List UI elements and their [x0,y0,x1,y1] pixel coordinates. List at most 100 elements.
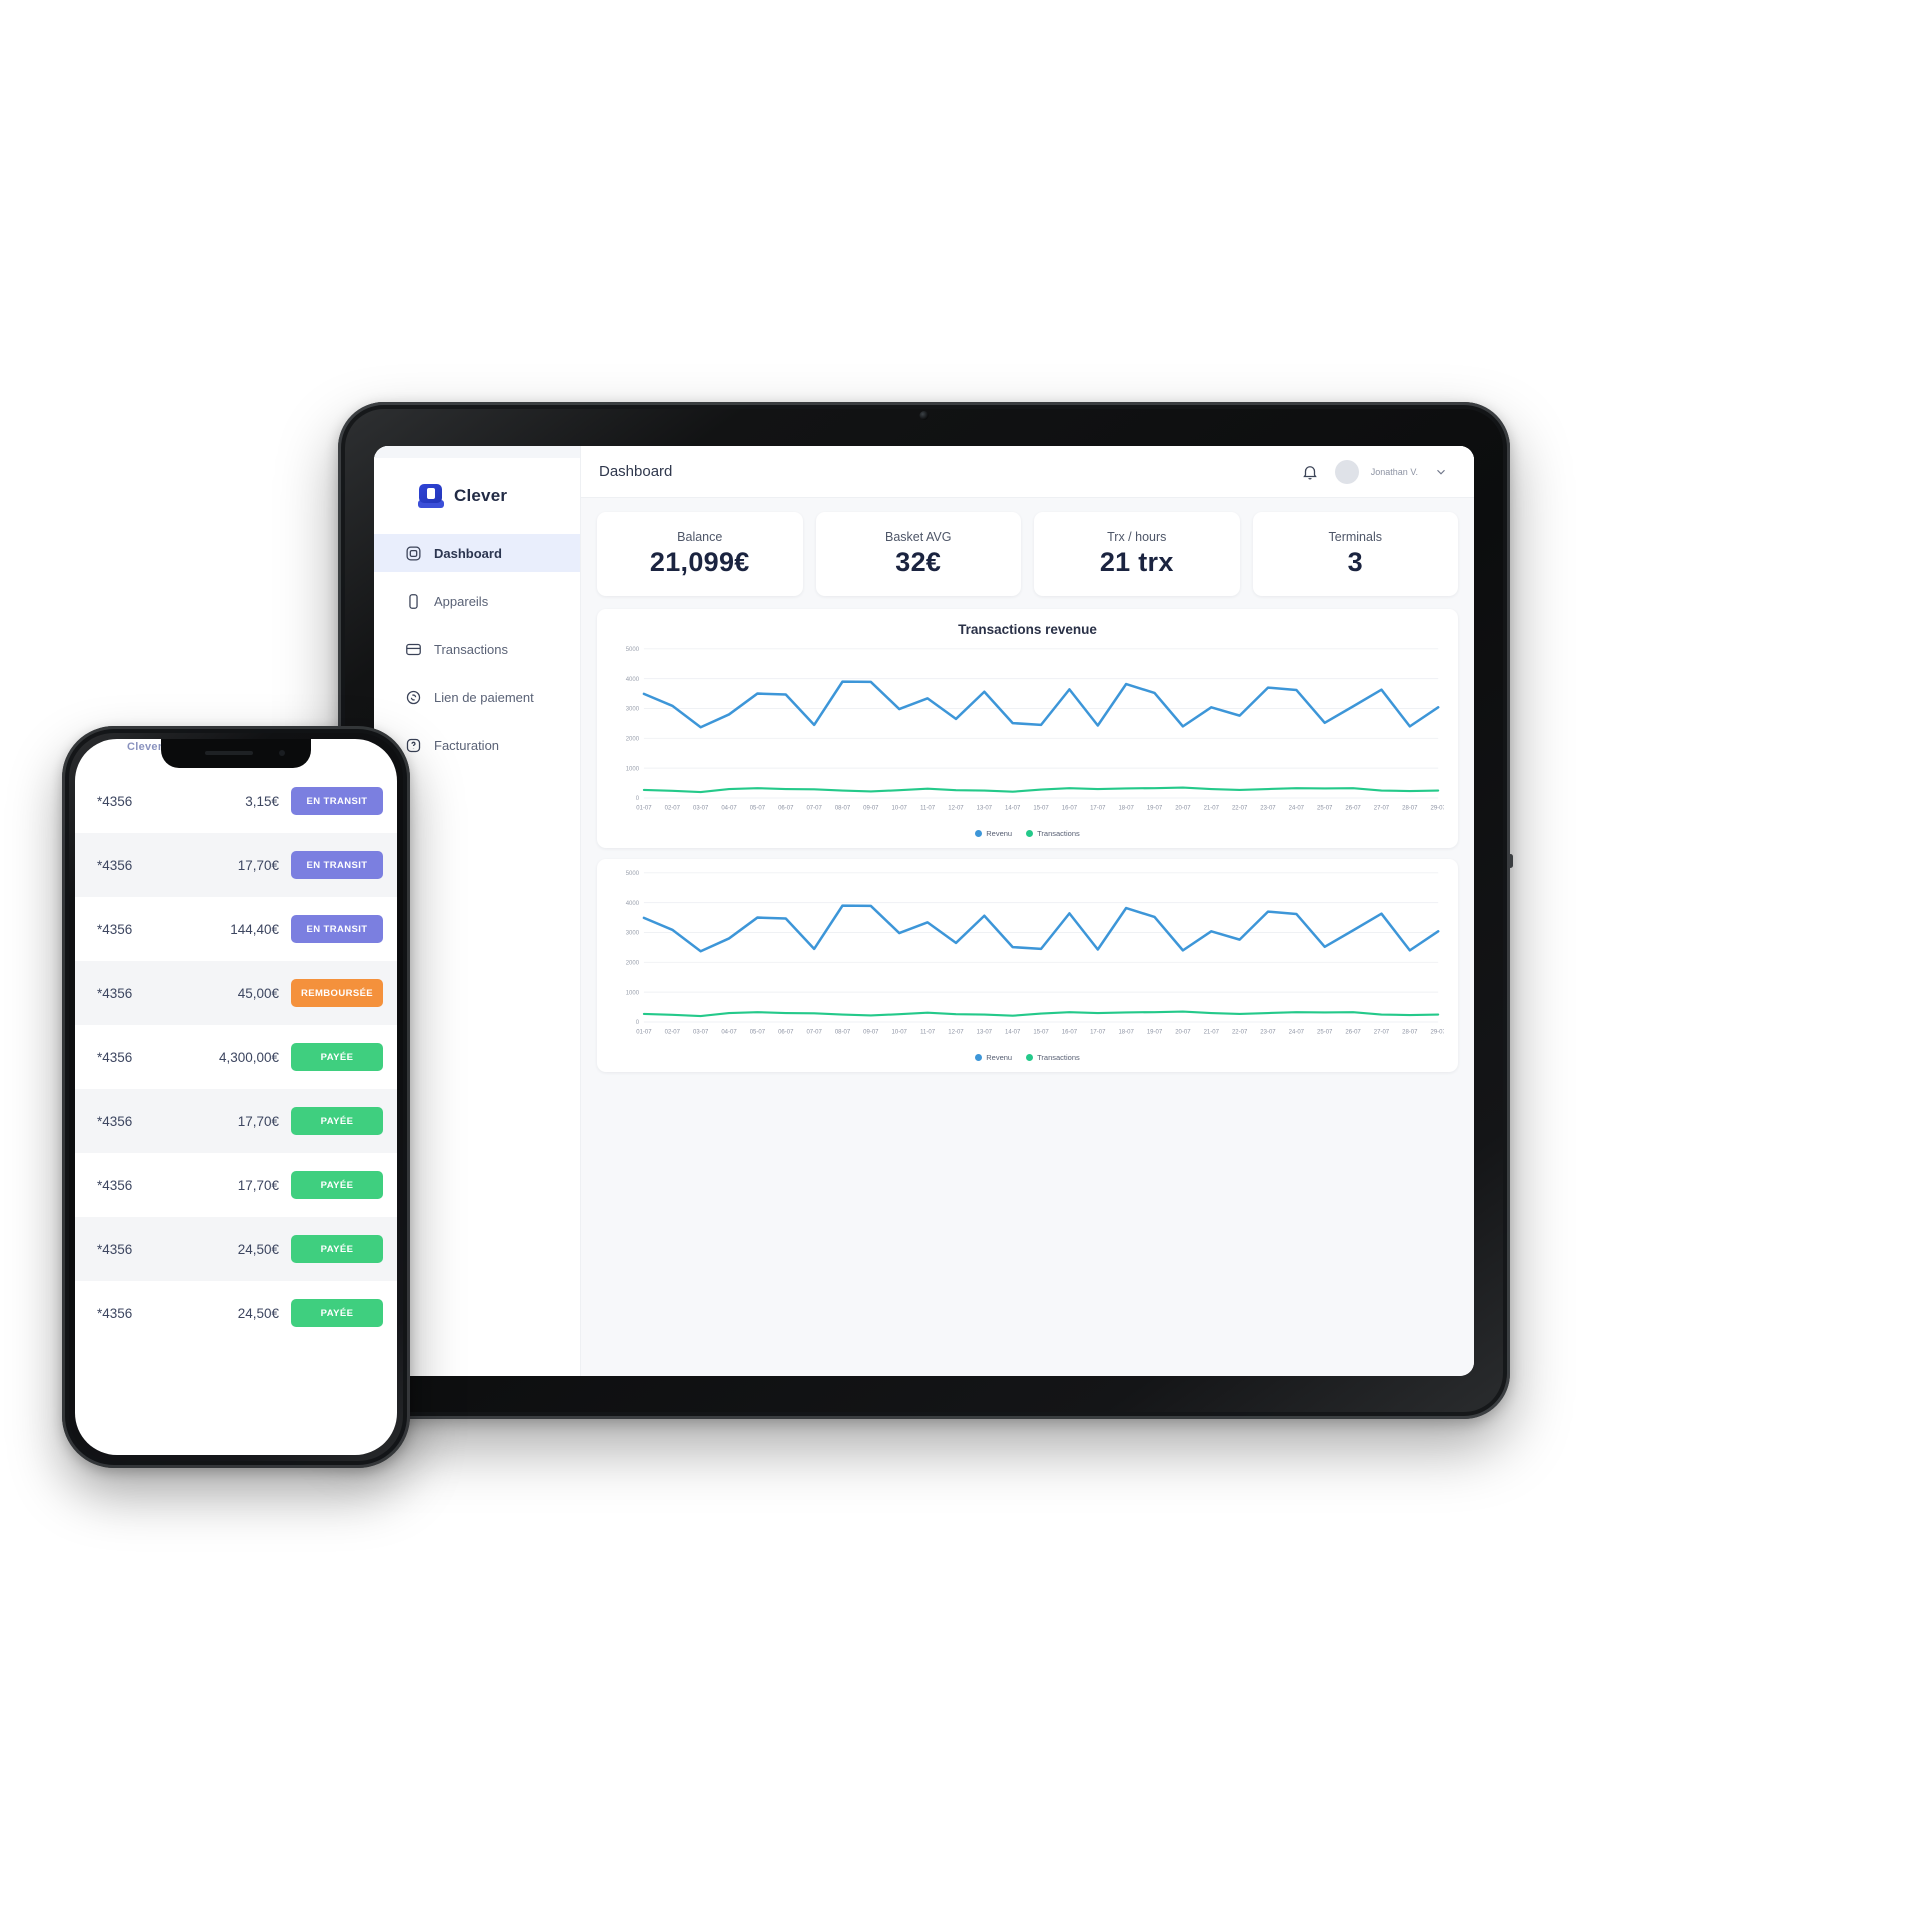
device-icon [404,592,423,611]
legend-label: Transactions [1037,829,1080,839]
svg-text:15-07: 15-07 [1033,1030,1049,1036]
sidebar-item-label: Appareils [434,593,489,609]
svg-text:21-07: 21-07 [1204,806,1220,812]
dashboard-icon [404,544,423,563]
svg-text:22-07: 22-07 [1232,806,1248,812]
legend-item-transactions: Transactions [1026,829,1080,838]
chart-legend-2: Revenu Transactions [611,1053,1444,1066]
transaction-card-ref: *4356 [97,1049,133,1065]
sidebar-item-label: Facturation [434,737,500,753]
svg-text:02-07: 02-07 [665,806,681,812]
transaction-amount: 17,70€ [237,857,279,873]
transaction-amount: 24,50€ [237,1305,279,1321]
transaction-row[interactable]: *4356 144,40€ EN TRANSIT [75,897,397,961]
transaction-row[interactable]: *4356 17,70€ EN TRANSIT [75,833,397,897]
status-badge[interactable]: PAYÉE [291,1107,383,1135]
svg-text:13-07: 13-07 [977,806,993,812]
svg-text:2000: 2000 [626,736,640,742]
svg-text:09-07: 09-07 [863,806,879,812]
svg-text:1000: 1000 [626,990,640,996]
transaction-row[interactable]: *4356 24,50€ PAYÉE [75,1217,397,1281]
svg-text:01-07: 01-07 [636,806,652,812]
sidebar-item-lien-de-paiement[interactable]: Lien de paiement [374,678,580,716]
kpi-card-terminals: Terminals 3 [1252,512,1458,596]
transaction-list[interactable]: *4356 3,15€ EN TRANSIT *4356 17,70€ EN TRANSI… [75,739,397,1345]
kpi-label: Trx / hours [1107,530,1167,544]
chart-panel-primary: Transactions revenue 0 1000 2000 3000 4000 50… [597,609,1458,849]
screenshot-stage: Clever Dashboard Appareils Transactions … [0,0,1920,1920]
svg-text:10-07: 10-07 [892,1030,908,1036]
svg-text:23-07: 23-07 [1260,806,1276,812]
svg-text:06-07: 06-07 [778,806,794,812]
transaction-row[interactable]: *4356 17,70€ PAYÉE [75,1089,397,1153]
status-badge[interactable]: EN TRANSIT [291,851,383,879]
transaction-row[interactable]: *4356 3,15€ EN TRANSIT [75,769,397,833]
svg-text:21-07: 21-07 [1204,1030,1220,1036]
svg-text:3000: 3000 [626,707,640,713]
svg-text:03-07: 03-07 [693,806,709,812]
transaction-card-ref: *4356 [97,1241,133,1257]
svg-text:4000: 4000 [626,677,640,683]
status-badge[interactable]: EN TRANSIT [291,915,383,943]
svg-text:07-07: 07-07 [806,806,822,812]
bell-icon[interactable] [1301,463,1319,481]
svg-text:16-07: 16-07 [1062,1030,1078,1036]
svg-text:27-07: 27-07 [1374,806,1390,812]
transaction-card-ref: *4356 [97,1177,133,1193]
svg-text:0: 0 [636,796,640,802]
svg-text:18-07: 18-07 [1118,1030,1134,1036]
svg-text:12-07: 12-07 [948,806,964,812]
sidebar-item-dashboard[interactable]: Dashboard [374,534,580,572]
kpi-row: Balance 21,099€ Basket AVG 32€ Trx / hou… [597,512,1458,596]
svg-text:5000: 5000 [626,871,640,877]
kpi-card-trx-hours: Trx / hours 21 trx [1034,512,1240,596]
transaction-amount: 45,00€ [237,985,279,1001]
svg-text:06-07: 06-07 [778,1030,794,1036]
svg-text:19-07: 19-07 [1147,806,1163,812]
chart-svg: 0 1000 2000 3000 4000 5000 01-07 02-07 03-07 04-0… [626,647,1444,812]
wallet-icon [404,640,423,659]
topbar-actions: Jonathan V. [1301,459,1448,484]
transactions-revenue-chart: 0 1000 2000 3000 4000 5000 01-07 02-07 03-07 04-0… [611,643,1444,827]
avatar[interactable] [1334,459,1359,484]
tablet-side-button[interactable] [1508,854,1513,868]
status-badge[interactable]: PAYÉE [291,1171,383,1199]
transaction-row[interactable]: *4356 24,50€ PAYÉE [75,1281,397,1345]
status-badge[interactable]: EN TRANSIT [291,787,383,815]
transaction-amount: 17,70€ [237,1177,279,1193]
transaction-row[interactable]: *4356 17,70€ PAYÉE [75,1153,397,1217]
phone-brand-label: Clever [127,741,163,753]
legend-label: Transactions [1037,1053,1080,1063]
svg-text:2000: 2000 [626,960,640,966]
sidebar-item-label: Lien de paiement [434,689,534,705]
transactions-revenue-chart-2: 0 1000 2000 3000 4000 5000 01-07 02-07 03-07 04-0… [611,867,1444,1051]
chevron-down-icon[interactable] [1434,465,1448,479]
transaction-row[interactable]: *4356 45,00€ REMBOURSÉE [75,961,397,1025]
status-badge[interactable]: PAYÉE [291,1235,383,1263]
phone-device: Clever *4356 3,15€ EN TRANSIT *4356 17,70€ EN… [62,726,410,1468]
status-badge[interactable]: PAYÉE [291,1043,383,1071]
svg-text:20-07: 20-07 [1175,1030,1191,1036]
svg-text:13-07: 13-07 [977,1030,993,1036]
svg-text:24-07: 24-07 [1289,806,1305,812]
chart-legend: Revenu Transactions [611,829,1444,842]
status-badge[interactable]: REMBOURSÉE [291,979,383,1007]
kpi-value: 3 [1347,547,1363,577]
svg-text:24-07: 24-07 [1289,1030,1305,1036]
phone-notch [161,739,311,768]
svg-text:17-07: 17-07 [1090,1030,1106,1036]
svg-text:23-07: 23-07 [1260,1030,1276,1036]
sidebar-item-appareils[interactable]: Appareils [374,582,580,620]
transaction-row[interactable]: *4356 4,300,00€ PAYÉE [75,1025,397,1089]
svg-text:0: 0 [636,1020,640,1026]
brand-logo[interactable]: Clever [374,456,580,512]
kpi-card-basket-avg: Basket AVG 32€ [815,512,1021,596]
main-content: Dashboard Jonathan V. Balance 21,099€ Ba… [581,446,1474,1376]
legend-item-revenu: Revenu [975,1053,1012,1062]
dashboard-app: Clever Dashboard Appareils Transactions … [374,446,1474,1376]
svg-text:08-07: 08-07 [835,1030,851,1036]
kpi-card-balance: Balance 21,099€ [597,512,803,596]
sidebar-top-strip [374,446,580,458]
sidebar-item-transactions[interactable]: Transactions [374,630,580,668]
status-badge[interactable]: PAYÉE [291,1299,383,1327]
